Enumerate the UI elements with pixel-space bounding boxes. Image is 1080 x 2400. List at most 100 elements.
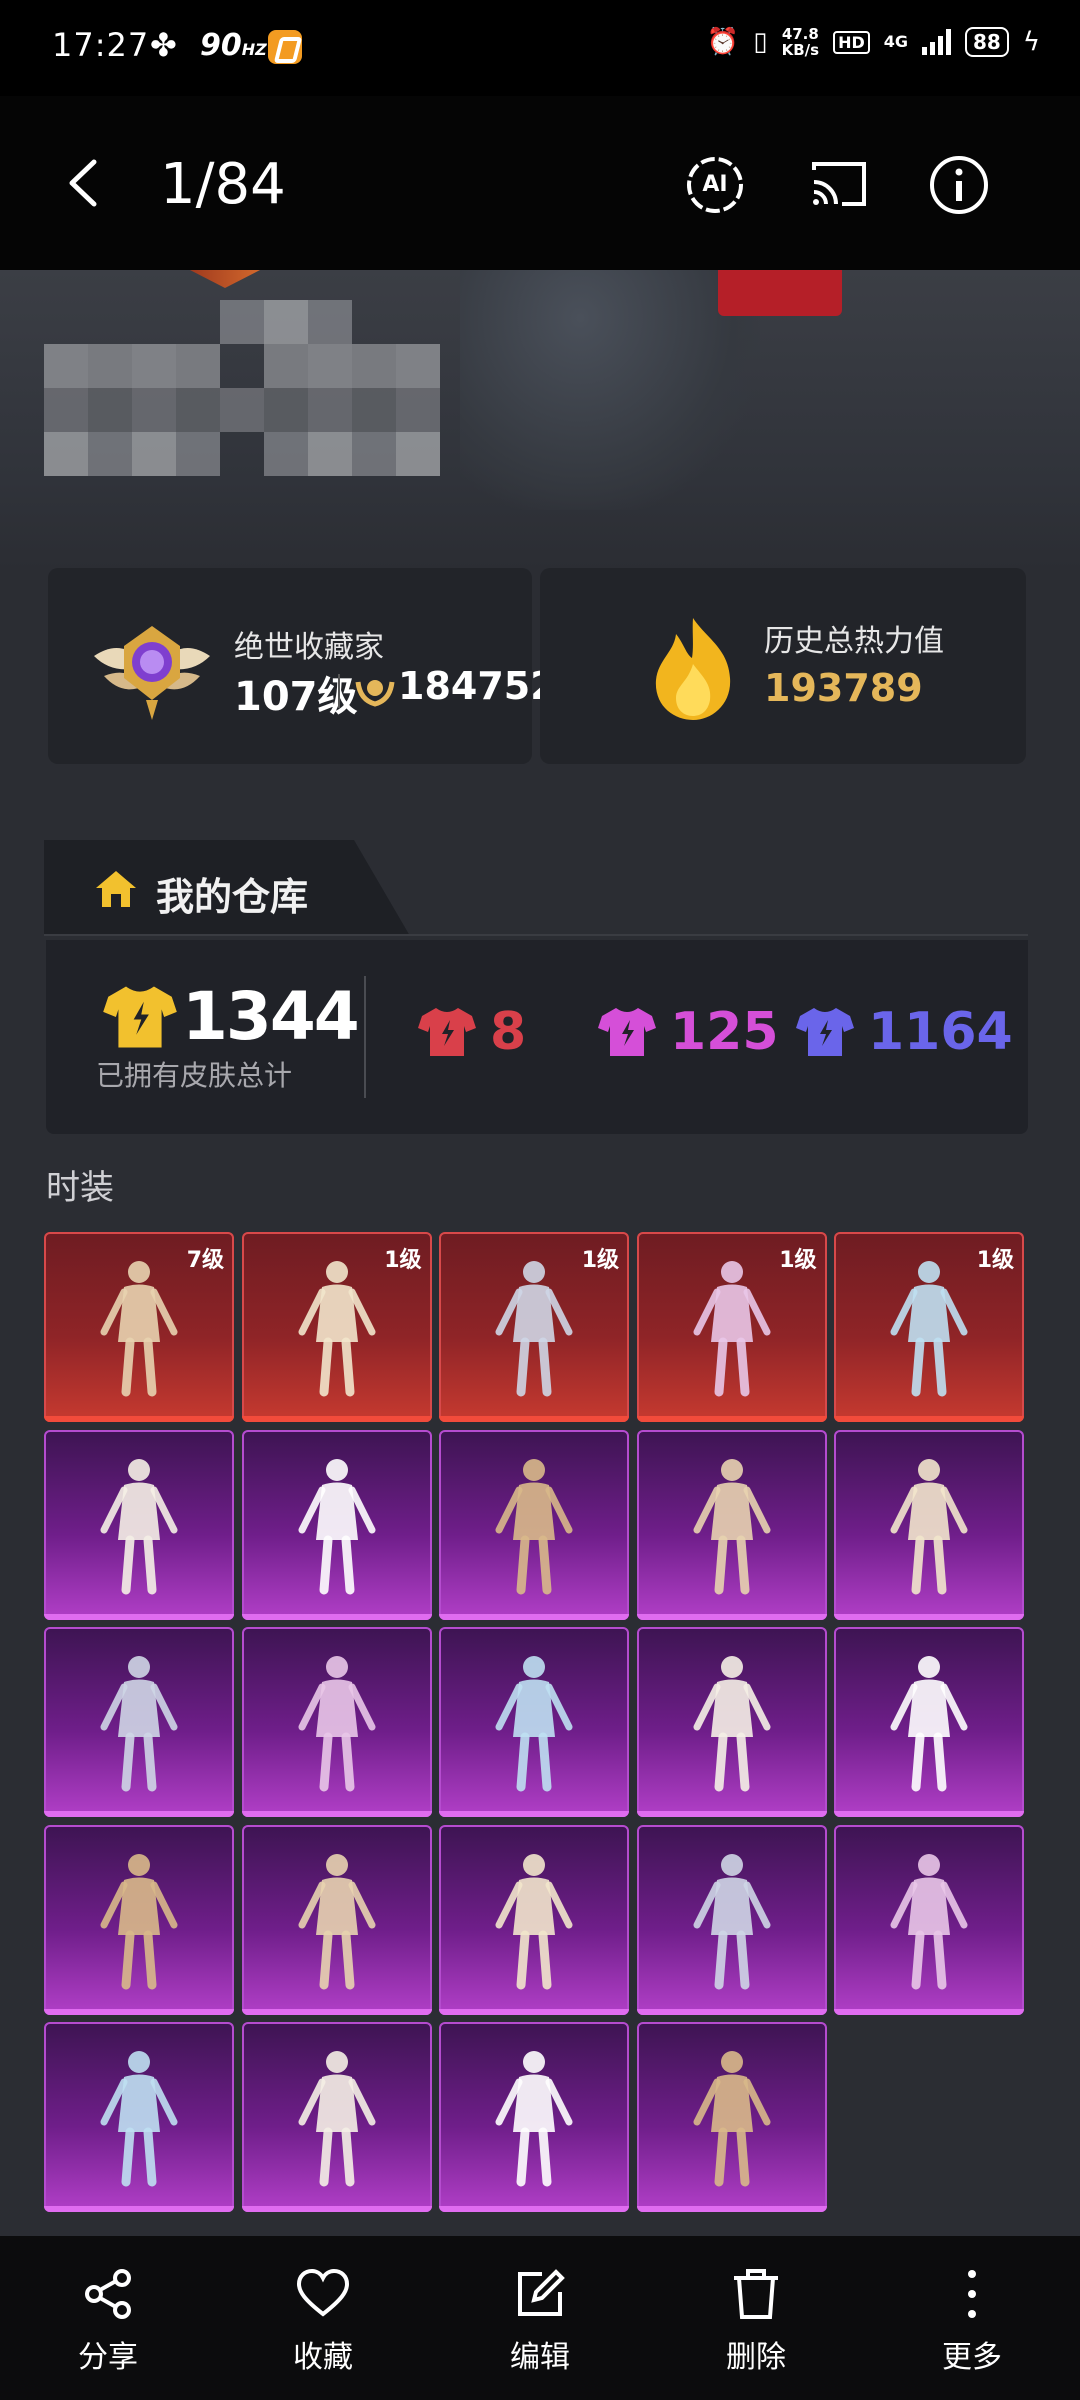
divider [364, 976, 366, 1098]
total-skins-count: 1344 [182, 978, 360, 1055]
battery-icon: 88 [965, 27, 1009, 57]
home-icon [96, 871, 136, 907]
character-figure-icon [495, 1853, 573, 1989]
skin-tile[interactable] [44, 1627, 234, 1817]
cast-icon[interactable] [808, 156, 870, 212]
delete-button[interactable]: 删除 [686, 2266, 826, 2376]
info-icon[interactable] [928, 154, 990, 216]
skin-tile[interactable] [834, 1627, 1024, 1817]
mosaic-block [176, 344, 220, 388]
share-button[interactable]: 分享 [38, 2266, 178, 2376]
collector-card[interactable]: 绝世收藏家 107级 184752 [48, 568, 557, 764]
collector-rank-badge-icon [94, 626, 210, 720]
skin-tile[interactable] [241, 1429, 432, 1620]
skin-tile[interactable] [44, 1429, 234, 1620]
character-figure-icon [298, 1458, 375, 1594]
mosaic-block [352, 432, 396, 476]
refresh-rate-unit: HZ [241, 40, 267, 59]
hero-character-image [460, 270, 760, 510]
share-icon [85, 2269, 131, 2319]
mosaic-block [176, 388, 220, 432]
skin-tile[interactable] [44, 2022, 234, 2212]
edit-button[interactable]: 编辑 [470, 2266, 610, 2376]
charging-icon: ϟ [1022, 27, 1040, 57]
favorite-button[interactable]: 收藏 [253, 2266, 393, 2376]
character-figure-icon [100, 2051, 178, 2187]
skin-tile[interactable] [636, 1824, 827, 2015]
mosaic-block [308, 344, 352, 388]
status-right-group: ⏰ ▯ 47.8 KB/s HD 4G 88 ϟ [707, 26, 1040, 58]
character-figure-icon [693, 2051, 770, 2187]
skin-level-badge: 1级 [779, 1248, 817, 1273]
character-figure-icon [693, 1853, 770, 1989]
mosaic-block [132, 432, 176, 476]
skin-tile[interactable] [636, 1627, 827, 1817]
skin-tile[interactable] [636, 2022, 827, 2212]
mosaic-block [396, 432, 440, 476]
skin-tile[interactable] [439, 2022, 629, 2212]
skin-tile[interactable]: 7级 [44, 1232, 234, 1422]
back-arrow-icon[interactable] [64, 158, 104, 208]
skin-tile[interactable] [636, 1429, 827, 1620]
warehouse-divider [44, 934, 1028, 936]
skin-tile[interactable]: 1级 [241, 1232, 432, 1422]
character-figure-icon [100, 1656, 178, 1792]
skin-tile[interactable] [834, 1824, 1024, 2015]
skin-tile[interactable] [439, 1429, 629, 1620]
divider [338, 674, 340, 708]
pink-rarity-shirt-icon [598, 1008, 656, 1056]
mosaic-block [220, 388, 264, 432]
skin-level-badge: 1级 [976, 1248, 1014, 1273]
blue-skins-count: 1164 [868, 1002, 1013, 1062]
character-figure-icon [100, 1853, 178, 1989]
network-speed: 47.8 KB/s [782, 26, 819, 58]
viewer-top-bar: 1/84 AI [0, 96, 1080, 270]
section-title-fashion: 时装 [46, 1168, 114, 1208]
heat-card[interactable]: 历史总热力值 193789 [540, 568, 1026, 764]
character-figure-icon [495, 1458, 573, 1594]
mosaic-block [220, 300, 264, 344]
heat-value: 193789 [764, 666, 923, 710]
skin-tile[interactable] [439, 1627, 629, 1817]
mosaic-block [308, 300, 352, 344]
page-counter: 1/84 [160, 152, 286, 217]
skin-tile[interactable] [241, 1627, 432, 1817]
mosaic-block [132, 388, 176, 432]
warehouse-title: 我的仓库 [156, 875, 309, 919]
character-figure-icon [890, 1656, 968, 1792]
more-label: 更多 [942, 2340, 1002, 2375]
skin-tile[interactable] [241, 2022, 432, 2212]
hd-voice-icon: HD [833, 30, 870, 54]
mosaic-block [264, 432, 308, 476]
skin-tile[interactable]: 1级 [636, 1232, 827, 1422]
skin-tile[interactable]: 1级 [439, 1232, 629, 1422]
mosaic-block [352, 344, 396, 388]
hero-rank-badge [190, 270, 260, 288]
mosaic-block [44, 344, 88, 388]
skin-tile[interactable] [439, 1824, 629, 2015]
skin-tile[interactable] [834, 1429, 1024, 1620]
favorite-label: 收藏 [293, 2340, 353, 2375]
ai-label: AI [702, 172, 728, 197]
skin-level-badge: 1级 [581, 1248, 619, 1273]
hero-red-tag [718, 270, 842, 316]
skin-tile[interactable] [44, 1824, 234, 2015]
mosaic-block [396, 388, 440, 432]
skin-tile[interactable]: 1级 [834, 1232, 1024, 1422]
collector-title: 绝世收藏家 [234, 630, 384, 665]
skin-tile[interactable] [241, 1824, 432, 2015]
ai-button[interactable]: AI [684, 154, 746, 216]
refresh-rate-value: 90 [200, 28, 242, 63]
fire-icon [655, 618, 731, 720]
trash-icon [734, 2269, 778, 2319]
blurred-player-name [44, 300, 440, 476]
more-button[interactable]: 更多 [902, 2266, 1042, 2376]
warehouse-tab[interactable]: 我的仓库 [44, 840, 410, 936]
blue-rarity-shirt-icon [796, 1008, 854, 1056]
status-time: 17:27 [52, 26, 150, 64]
red-skins-count: 8 [490, 1002, 527, 1062]
signal-icon [922, 29, 951, 55]
mosaic-block [352, 388, 396, 432]
more-vertical-icon [968, 2270, 976, 2318]
edit-icon [518, 2269, 565, 2316]
